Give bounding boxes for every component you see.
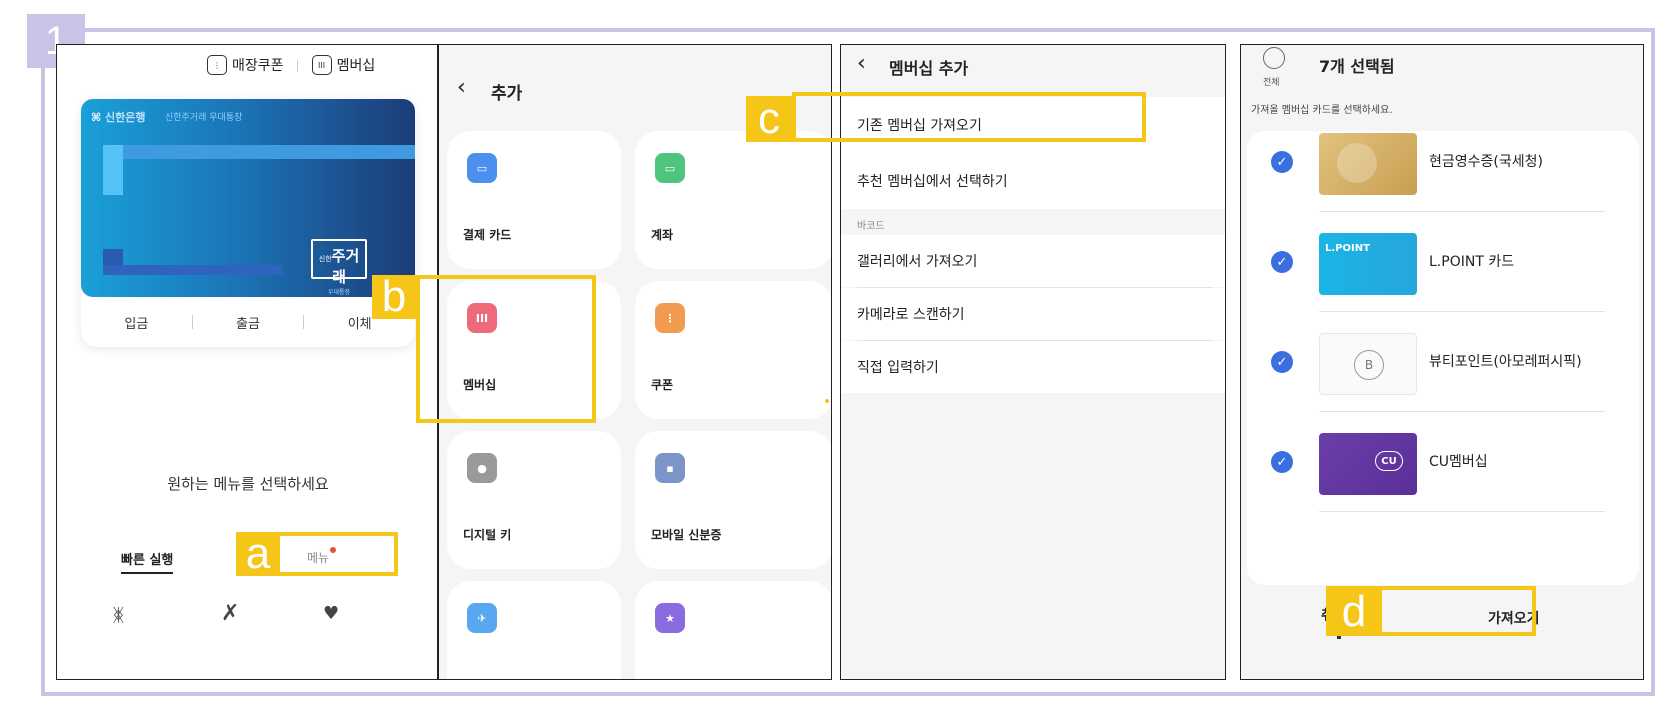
selected-count: 7개 선택됨 xyxy=(1319,57,1395,76)
membership-icon: III xyxy=(311,55,332,75)
tile-digital-key[interactable]: ● 디지털 키 xyxy=(447,431,621,569)
membership-button[interactable]: III 멤버십 xyxy=(311,55,375,75)
top-actions: ⋮ 매장쿠폰 | III 멤버십 xyxy=(207,55,375,75)
lpoint-card-thumb: L.POINT xyxy=(1319,233,1417,295)
wallet-home-screen: ⋮ 매장쿠폰 | III 멤버십 ⌘ 신한은행 신한주거래 우대통장 신한주거래… xyxy=(56,44,438,680)
section-barcode: 바코드 xyxy=(857,221,885,232)
butterfly-icon[interactable]: ᛤ xyxy=(113,605,124,626)
withdraw-button[interactable]: 출금 xyxy=(193,313,304,332)
coupon-icon: ⋮ xyxy=(655,303,685,333)
back-icon[interactable]: ‹ xyxy=(857,51,866,76)
card-name: L.POINT 카드 xyxy=(1429,254,1515,270)
beautypoint-logo-icon: B xyxy=(1354,350,1384,380)
card-actions: 입금 출금 이체 xyxy=(81,297,415,347)
card-icon: ▭ xyxy=(467,153,497,183)
tab-quick-run[interactable]: 빠른 실행 xyxy=(121,549,174,574)
enter-manually[interactable]: 직접 입력하기 xyxy=(841,341,1225,393)
tile-mobile-id[interactable]: ▪ 모바일 신분증 xyxy=(635,431,831,569)
coupon-icon: ⋮ xyxy=(207,55,227,75)
brand-logo: 신한주거래 우대통장 xyxy=(311,239,367,296)
tile-payment-card[interactable]: ▭ 결제 카드 xyxy=(447,131,621,269)
label-d: d xyxy=(1326,588,1382,636)
deposit-button[interactable]: 입금 xyxy=(81,313,192,332)
cash-receipt-card-thumb xyxy=(1319,133,1417,195)
check-icon[interactable]: ✓ xyxy=(1271,351,1293,373)
label-a: a xyxy=(236,532,280,576)
heart-icon[interactable]: ♥ xyxy=(323,603,339,624)
card-name: 현금영수증(국세청) xyxy=(1429,154,1543,170)
page-title: 추가 xyxy=(491,84,523,104)
bank-card[interactable]: ⌘ 신한은행 신한주거래 우대통장 신한주거래 우대통장 xyxy=(81,99,415,297)
beautypoint-card-thumb: B xyxy=(1319,333,1417,395)
store-coupon-button[interactable]: ⋮ 매장쿠폰 xyxy=(207,55,284,75)
id-icon: ▪ xyxy=(655,453,685,483)
check-icon[interactable]: ✓ xyxy=(1271,451,1293,473)
tile-boarding-pass[interactable]: ✈ xyxy=(447,581,621,679)
page-title: 멤버십 추가 xyxy=(889,59,969,78)
flower-icon xyxy=(1337,143,1377,183)
select-all-label: 전체 xyxy=(1263,78,1280,88)
highlight-membership-tile xyxy=(416,275,596,423)
key-icon: ● xyxy=(467,453,497,483)
choose-recommended-membership[interactable]: 추천 멤버십에서 선택하기 xyxy=(841,153,1225,209)
card-name: 뷰티포인트(아모레퍼시픽) xyxy=(1429,354,1582,370)
tile-tickets[interactable]: ★ xyxy=(635,581,831,679)
select-menu-prompt: 원하는 메뉴를 선택하세요 xyxy=(167,475,329,493)
tile-coupon[interactable]: ⋮ 쿠폰 xyxy=(635,281,831,419)
check-icon[interactable]: ✓ xyxy=(1271,251,1293,273)
bank-name: ⌘ 신한은행 xyxy=(91,111,146,124)
star-icon: ★ xyxy=(655,603,685,633)
scan-with-camera[interactable]: 카메라로 스캔하기 xyxy=(841,288,1225,340)
plane-icon: ✈ xyxy=(467,603,497,633)
account-icon: ▭ xyxy=(655,153,685,183)
select-membership-screen: 전체 7개 선택됨 가져올 멤버십 카드를 선택하세요. ✓ 현금영수증(국세청… xyxy=(1240,44,1644,680)
card-name: CU멤버십 xyxy=(1429,454,1488,470)
label-c: c xyxy=(746,96,792,142)
highlight-import-existing xyxy=(792,92,1146,142)
account-name: 신한주거래 우대통장 xyxy=(165,113,243,123)
back-icon[interactable]: ‹ xyxy=(457,75,466,100)
select-all-checkbox[interactable] xyxy=(1263,47,1285,69)
card-widget: ⌘ 신한은행 신한주거래 우대통장 신한주거래 우대통장 입금 출금 이체 xyxy=(81,99,415,347)
check-icon[interactable]: ✓ xyxy=(1271,151,1293,173)
card-list: ✓ 현금영수증(국세청) ✓ L.POINT L.POINT 카드 ✓ B 뷰티… xyxy=(1247,131,1639,585)
cu-card-thumb: CU xyxy=(1319,433,1417,495)
instruction-text: 가져올 멤버십 카드를 선택하세요. xyxy=(1251,105,1393,116)
label-b: b xyxy=(372,275,416,319)
ribbon-icon[interactable]: ✗ xyxy=(221,601,239,626)
import-from-gallery[interactable]: 갤러리에서 가져오기 xyxy=(841,235,1225,287)
tile-account[interactable]: ▭ 계좌 xyxy=(635,131,831,269)
